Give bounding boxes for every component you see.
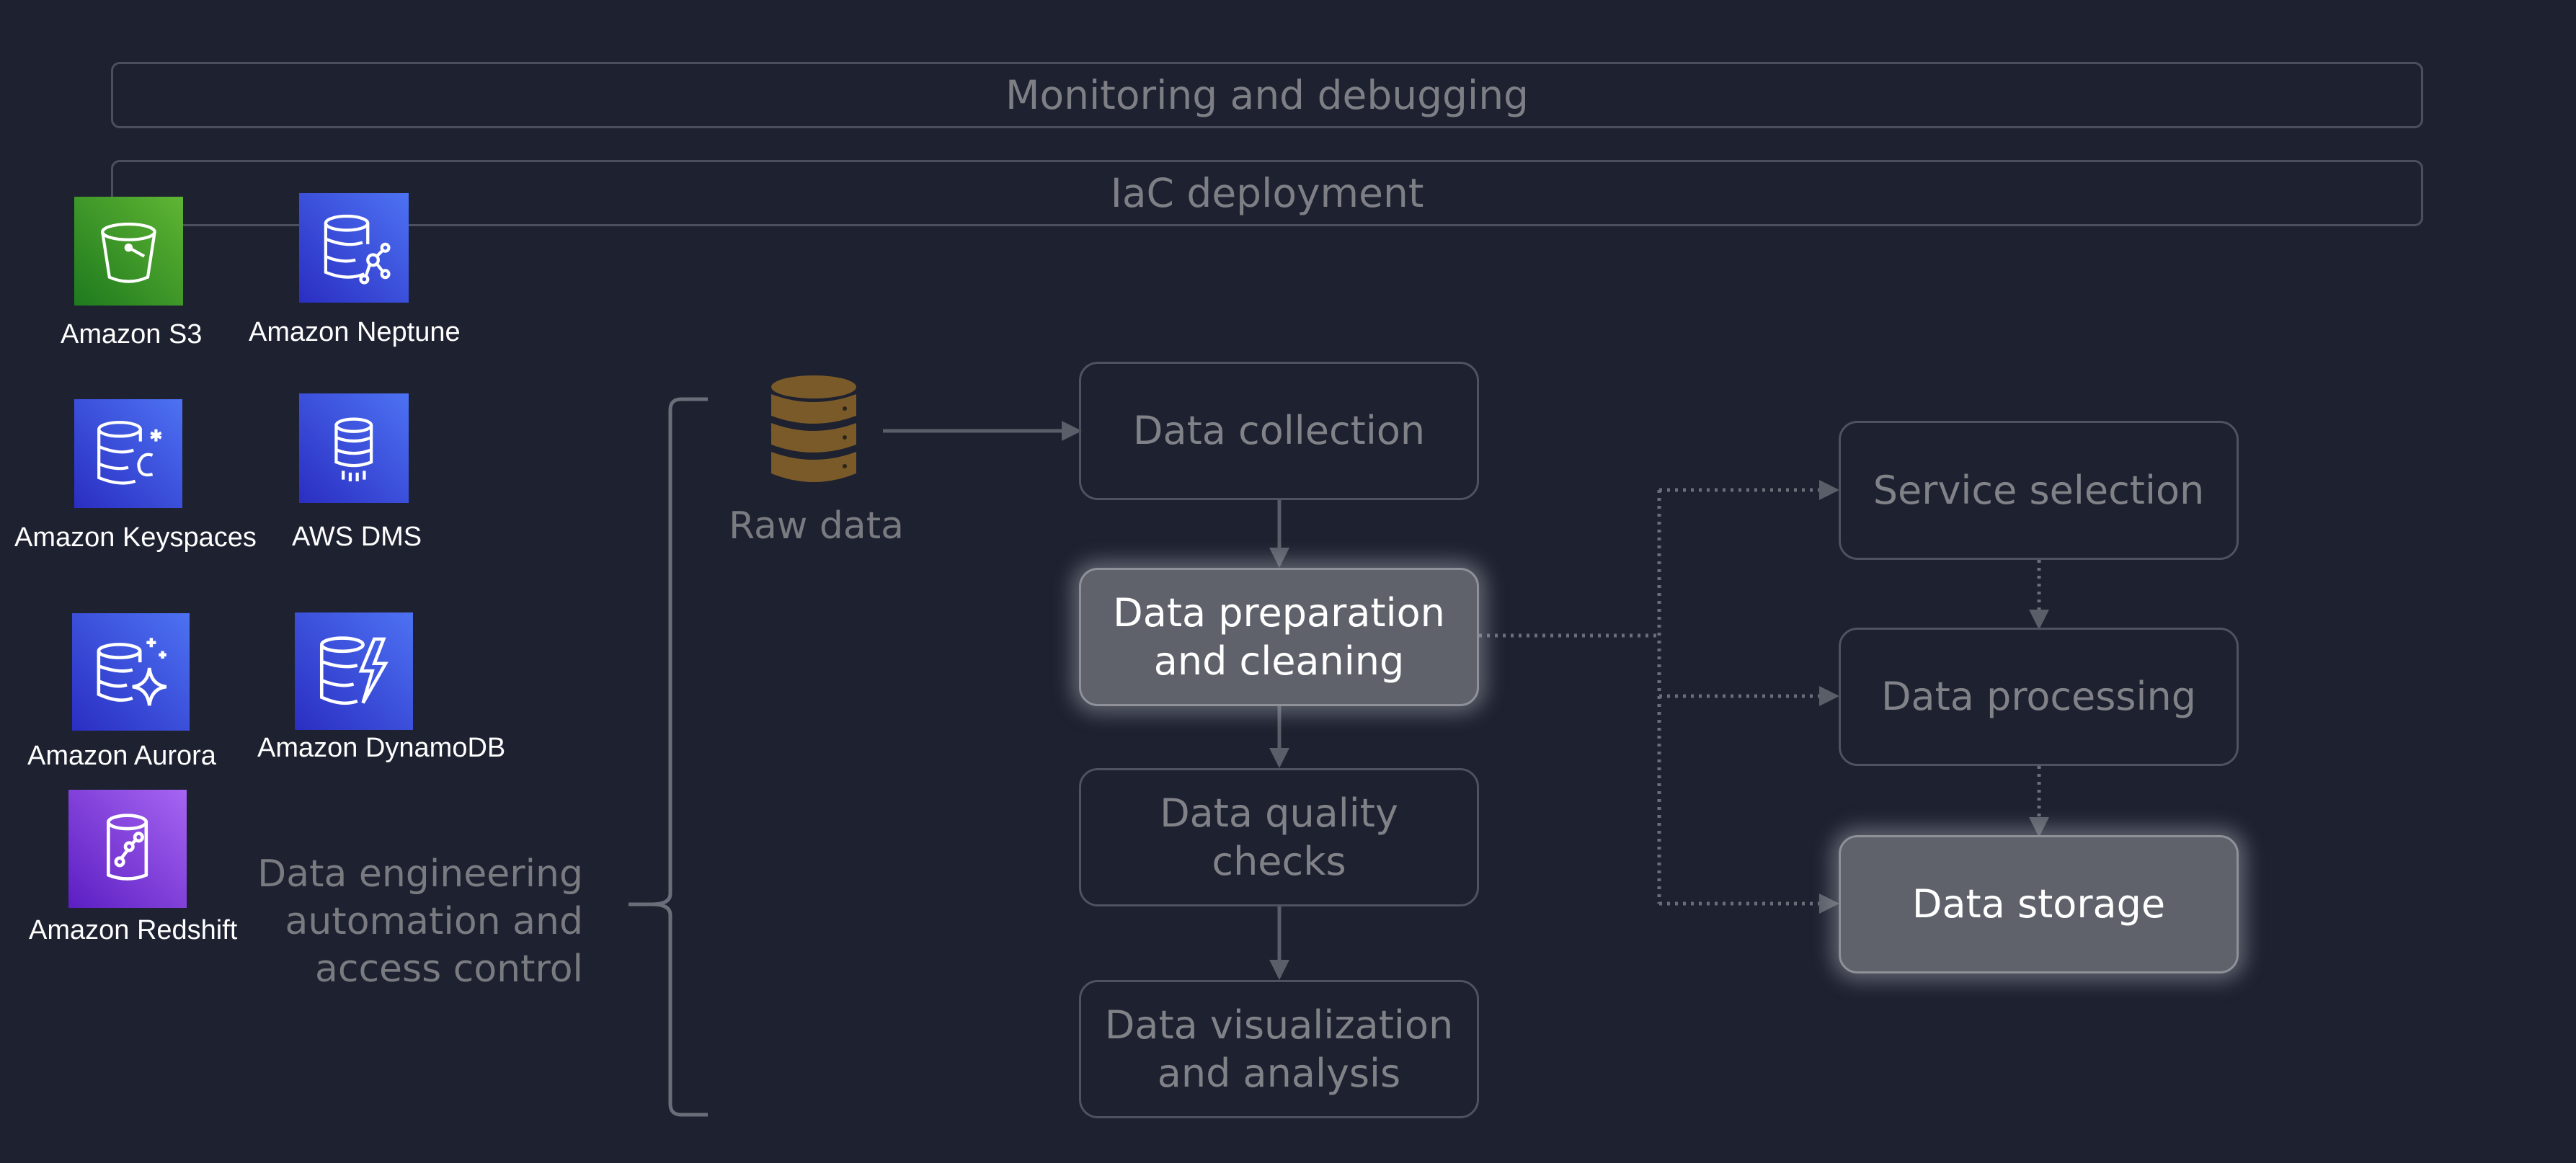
automation-label: Data engineering automation and access c… — [257, 850, 583, 993]
service-label-dms: AWS DMS — [292, 522, 422, 552]
stage-prep-line-1: Data preparation — [1113, 589, 1445, 636]
neptune-graph-database-icon — [299, 193, 409, 303]
iac-bar: IaC deployment — [111, 160, 2423, 226]
service-label-neptune: Amazon Neptune — [249, 317, 461, 347]
stage-viz-line-1: Data visualization — [1104, 1002, 1454, 1048]
stage-quality-line-1: Data quality — [1160, 790, 1398, 836]
automation-line-2: automation and — [285, 900, 583, 944]
aurora-database-icon — [72, 613, 190, 731]
stage-data-collection[interactable]: Data collection — [1079, 362, 1479, 500]
service-label-keyspaces: Amazon Keyspaces — [14, 522, 257, 553]
s3-bucket-icon — [74, 197, 183, 306]
automation-line-1: Data engineering — [257, 852, 583, 896]
stage-data-preparation[interactable]: Data preparation and cleaning — [1079, 568, 1479, 706]
stage-processing-label: Data processing — [1880, 674, 2197, 720]
stage-data-quality[interactable]: Data quality checks — [1079, 768, 1479, 906]
dynamodb-icon — [295, 612, 413, 730]
stage-service-label: Service selection — [1873, 467, 2205, 513]
service-label-redshift: Amazon Redshift — [29, 915, 238, 945]
automation-line-3: access control — [315, 948, 583, 992]
dms-database-icon — [299, 393, 409, 503]
keyspaces-database-icon — [74, 399, 182, 508]
service-label-dynamodb: Amazon DynamoDB — [257, 733, 506, 763]
raw-data-label: Raw data — [729, 504, 905, 548]
stage-storage-label: Data storage — [1911, 881, 2166, 927]
stage-viz-line-2: and analysis — [1157, 1051, 1401, 1096]
database-stack-icon — [771, 375, 856, 482]
automation-brace — [629, 397, 708, 1117]
stage-data-visualization[interactable]: Data visualization and analysis — [1079, 980, 1479, 1118]
iac-label: IaC deployment — [1110, 170, 1424, 216]
service-label-s3: Amazon S3 — [61, 319, 203, 349]
stage-data-storage[interactable]: Data storage — [1839, 835, 2239, 973]
stage-service-selection[interactable]: Service selection — [1839, 421, 2239, 560]
stage-data-processing[interactable]: Data processing — [1839, 628, 2239, 766]
monitoring-bar: Monitoring and debugging — [111, 62, 2423, 128]
stage-prep-line-2: and cleaning — [1153, 638, 1405, 684]
monitoring-label: Monitoring and debugging — [1005, 72, 1529, 118]
stage-collection-label: Data collection — [1132, 408, 1426, 454]
redshift-icon — [68, 790, 187, 908]
stage-quality-line-2: checks — [1212, 839, 1346, 884]
service-label-aurora: Amazon Aurora — [27, 741, 216, 771]
